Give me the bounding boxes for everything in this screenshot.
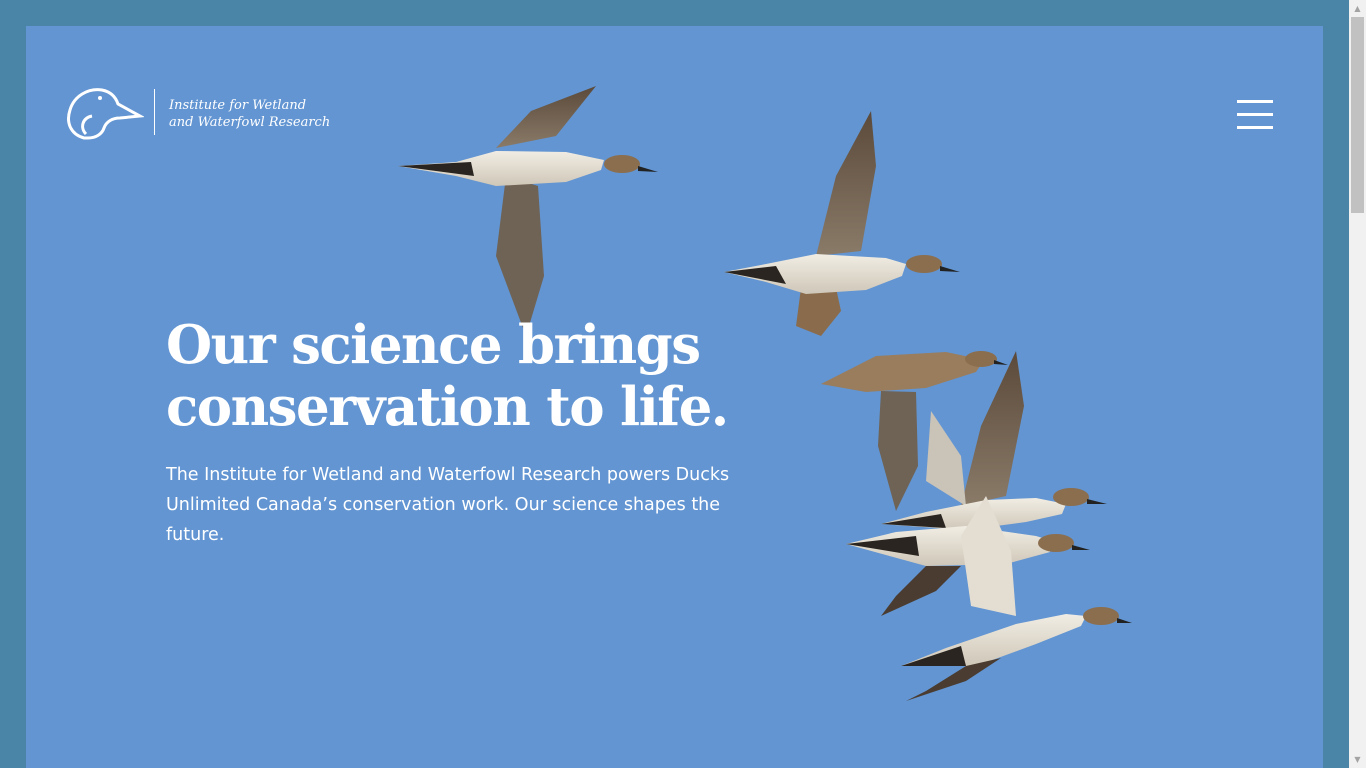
duck-2	[724, 111, 960, 336]
hamburger-menu-icon[interactable]	[1237, 100, 1273, 130]
hero-description: The Institute for Wetland and Waterfowl …	[166, 465, 730, 545]
duck-6	[901, 496, 1132, 701]
duck-head-logo-icon	[67, 88, 144, 140]
headline-line-1: Our science brings	[166, 314, 701, 376]
page-frame: Institute for Wetland and Waterfowl Rese…	[0, 0, 1349, 768]
menu-bar-top	[1237, 100, 1273, 103]
menu-bar-middle	[1237, 113, 1273, 116]
vertical-scrollbar[interactable]: ▲ ▼	[1349, 0, 1366, 768]
duck-1	[398, 86, 658, 336]
menu-bar-bottom	[1237, 126, 1273, 129]
site-logo[interactable]: Institute for Wetland and Waterfowl Rese…	[64, 84, 330, 140]
duck-4	[881, 351, 1107, 530]
hero-headline: Our science brings conservation to life.	[166, 314, 806, 438]
hero-copy: Our science brings conservation to life.…	[166, 314, 806, 550]
headline-line-2: conservation to life.	[166, 376, 729, 438]
scrollbar-thumb[interactable]	[1351, 17, 1364, 213]
logo-divider	[154, 89, 155, 135]
logo-line-1: Institute for Wetland	[169, 98, 307, 113]
duck-5	[846, 526, 1090, 616]
logo-wordmark: Institute for Wetland and Waterfowl Rese…	[169, 97, 330, 131]
hero-section: Institute for Wetland and Waterfowl Rese…	[26, 26, 1323, 768]
duck-3	[821, 351, 1008, 511]
scroll-up-arrow-icon[interactable]: ▲	[1349, 0, 1366, 17]
logo-line-2: and Waterfowl Research	[169, 115, 331, 130]
scroll-down-arrow-icon[interactable]: ▼	[1349, 751, 1366, 768]
